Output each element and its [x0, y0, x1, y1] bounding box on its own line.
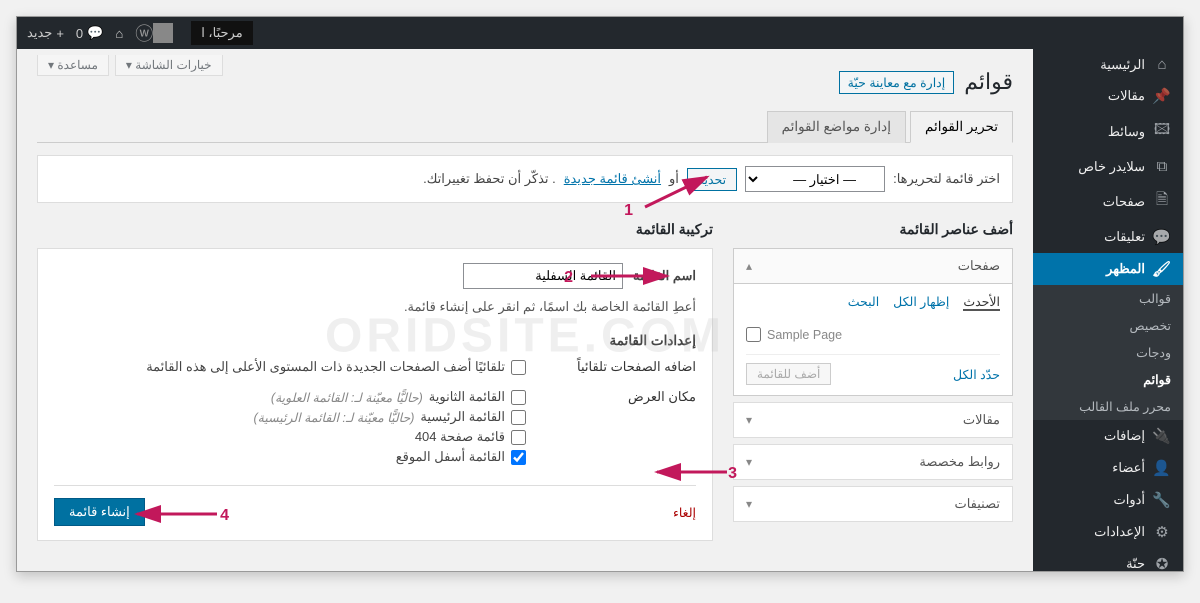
- pages-tab-all[interactable]: إظهار الكل: [893, 294, 949, 311]
- loc-primary-text: القائمة الرئيسية: [420, 409, 505, 425]
- plugin-icon: 🔌: [1153, 427, 1171, 445]
- avatar[interactable]: [153, 23, 173, 43]
- submenu-menus[interactable]: قوائم: [1033, 366, 1183, 393]
- brush-icon: 🖌: [1153, 260, 1171, 278]
- accordion-posts[interactable]: مقالات▾: [733, 402, 1013, 438]
- sidebar-item-media[interactable]: 🖾وسائط: [1033, 112, 1183, 151]
- content-area: خيارات الشاشة ▾ مساعدة ▾ قوائم إدارة مع …: [17, 49, 1033, 571]
- home-icon[interactable]: ⌂: [115, 26, 123, 41]
- create-new-menu-link[interactable]: أنشئ قائمة جديدة: [564, 171, 661, 187]
- add-items-title: أضف عناصر القائمة: [733, 221, 1013, 238]
- menu-tabs: تحرير القوائم إدارة مواضع القوائم: [37, 111, 1013, 143]
- accordion-categories[interactable]: تصنيفات▾: [733, 486, 1013, 522]
- loc-secondary-checkbox[interactable]: [511, 390, 526, 405]
- chevron-down-icon: ▾: [746, 497, 752, 511]
- sidebar-item-pages[interactable]: 🗎صفحات: [1033, 182, 1183, 221]
- select-bar-label: اختر قائمة لتحريرها:: [893, 171, 1000, 187]
- pin-icon: 📌: [1153, 87, 1171, 105]
- loc-footer-text: القائمة أسفل الموقع: [396, 449, 505, 465]
- auto-add-label: اضافه الصفحات تلقائياً: [556, 359, 696, 375]
- pages-tab-recent[interactable]: الأحدث: [963, 294, 1000, 311]
- sidebar-item-settings[interactable]: ⚙الإعدادات: [1033, 516, 1183, 548]
- create-menu-button[interactable]: إنشاء قائمة: [54, 498, 145, 526]
- account-greeting[interactable]: مرحبًا، ا: [191, 21, 252, 45]
- sidebar-item-posts[interactable]: 📌مقالات: [1033, 80, 1183, 112]
- select-all-link[interactable]: حدّد الكل: [953, 367, 1000, 382]
- add-to-menu-button[interactable]: أضف للقائمة: [746, 363, 831, 385]
- page-icon: 🗎: [1153, 189, 1171, 214]
- page-title: قوائم: [964, 69, 1013, 95]
- user-icon: 👤: [1153, 459, 1171, 477]
- accordion-pages[interactable]: صفحات▴: [733, 248, 1013, 284]
- submenu-editor[interactable]: محرر ملف القالب: [1033, 393, 1183, 420]
- chevron-down-icon: ▾: [746, 455, 752, 469]
- menu-select-dropdown[interactable]: — اختيار —: [745, 166, 885, 192]
- submenu-widgets[interactable]: ودجات: [1033, 339, 1183, 366]
- live-preview-button[interactable]: إدارة مع معاينة حيّة: [839, 71, 955, 94]
- loc-primary-checkbox[interactable]: [511, 410, 526, 425]
- admin-sidebar: ⌂الرئيسية 📌مقالات 🖾وسائط ⧉سلايدر خاص 🗎صف…: [1033, 49, 1183, 571]
- sidebar-item-slider[interactable]: ⧉سلايدر خاص: [1033, 151, 1183, 182]
- chevron-up-icon: ▴: [746, 259, 752, 273]
- auto-add-checkbox[interactable]: [511, 360, 526, 375]
- menu-structure-panel: اسم القائمة أعطِ القائمة الخاصة بك اسمًا…: [37, 248, 713, 541]
- select-menu-button[interactable]: تحديد: [687, 168, 737, 191]
- auto-add-option: تلقائيًا أضف الصفحات الجديدة ذات المستوى…: [146, 359, 505, 375]
- loc-secondary-text: القائمة الثانوية: [429, 389, 505, 405]
- menu-select-bar: اختر قائمة لتحريرها: — اختيار — تحديد أو…: [37, 155, 1013, 203]
- new-content-button[interactable]: + جديد: [27, 25, 64, 41]
- loc-primary-note: (حاليًّا معيّنة لـ: القائمة الرئيسية): [253, 410, 414, 425]
- or-text: أو: [669, 171, 679, 187]
- sidebar-item-hanna[interactable]: ✪حنّة: [1033, 548, 1183, 572]
- chevron-down-icon: ▾: [746, 413, 752, 427]
- menu-name-label: اسم القائمة: [633, 268, 696, 284]
- tab-edit-menus[interactable]: تحرير القوائم: [910, 111, 1013, 143]
- comments-indicator[interactable]: 💬 0: [76, 25, 103, 41]
- sidebar-item-plugins[interactable]: 🔌إضافات: [1033, 420, 1183, 452]
- menu-settings-title: إعدادات القائمة: [54, 333, 696, 349]
- loc-404-checkbox[interactable]: [511, 430, 526, 445]
- loc-404-text: قائمة صفحة 404: [415, 429, 505, 445]
- submenu-themes[interactable]: قوالب: [1033, 285, 1183, 312]
- sidebar-item-tools[interactable]: 🔧أدوات: [1033, 484, 1183, 516]
- sidebar-item-dashboard[interactable]: ⌂الرئيسية: [1033, 49, 1183, 80]
- sample-page-label: Sample Page: [767, 328, 842, 342]
- target-icon: ✪: [1153, 555, 1171, 572]
- slider-icon: ⧉: [1153, 158, 1171, 175]
- wrench-icon: 🔧: [1153, 491, 1171, 509]
- loc-footer-checkbox[interactable]: [511, 450, 526, 465]
- sidebar-item-comments[interactable]: 💬تعليقات: [1033, 221, 1183, 253]
- appearance-submenu: قوالب تخصيص ودجات قوائم محرر ملف القالب: [1033, 285, 1183, 420]
- sample-page-checkbox[interactable]: [746, 327, 761, 342]
- media-icon: 🖾: [1153, 119, 1171, 144]
- admin-bar: ⓦ ⌂ 💬 0 + جديد مرحبًا، ا: [17, 17, 1183, 49]
- comment-icon: 💬: [1153, 228, 1171, 246]
- pages-tab-search[interactable]: البحث: [848, 294, 879, 311]
- submenu-customize[interactable]: تخصيص: [1033, 312, 1183, 339]
- dashboard-icon: ⌂: [1153, 56, 1171, 73]
- display-location-label: مكان العرض: [556, 389, 696, 405]
- help-toggle[interactable]: مساعدة ▾: [37, 55, 109, 76]
- sidebar-item-appearance[interactable]: 🖌المظهر: [1033, 253, 1183, 285]
- accordion-links[interactable]: روابط مخصصة▾: [733, 444, 1013, 480]
- screen-options-toggle[interactable]: خيارات الشاشة ▾: [115, 55, 223, 76]
- menu-hint-text: أعطِ القائمة الخاصة بك اسمًا، ثم انقر عل…: [54, 299, 696, 315]
- tab-manage-locations[interactable]: إدارة مواضع القوائم: [767, 111, 906, 143]
- gear-icon: ⚙: [1153, 523, 1171, 541]
- select-bar-suffix: . تذكّر أن تحفظ تغييراتك.: [423, 171, 556, 187]
- wordpress-logo-icon[interactable]: ⓦ: [135, 20, 153, 46]
- sidebar-item-users[interactable]: 👤أعضاء: [1033, 452, 1183, 484]
- menu-name-input[interactable]: [463, 263, 623, 289]
- accordion-pages-body: الأحدث إظهار الكل البحث Sample Page حدّد…: [733, 284, 1013, 396]
- cancel-link[interactable]: إلغاء: [673, 505, 696, 520]
- loc-secondary-note: (حاليًّا معيّنة لـ: القائمة العلوية): [271, 390, 423, 405]
- menu-structure-title: تركيبة القائمة: [37, 221, 713, 238]
